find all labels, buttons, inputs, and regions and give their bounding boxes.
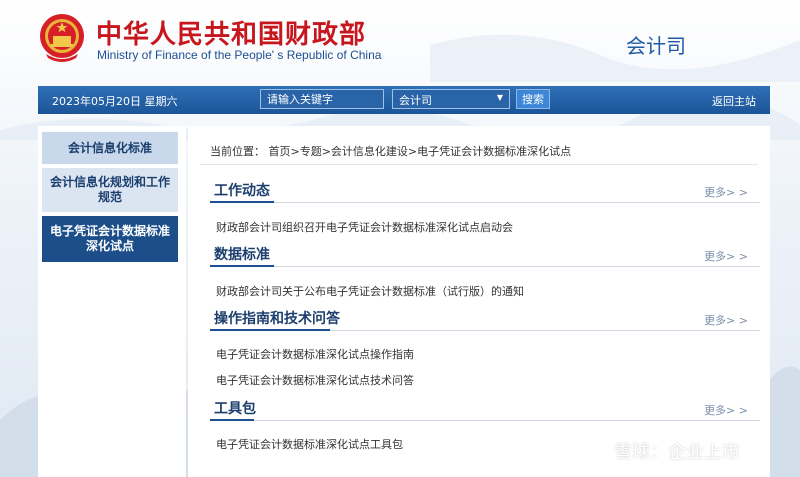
watermark: 雪球：企业上市	[584, 438, 740, 464]
sidebar-item-planning[interactable]: 会计信息化规划和工作规范	[42, 168, 178, 212]
more-link[interactable]: 更多> >	[704, 248, 748, 264]
divider	[200, 164, 758, 165]
section-title: 数据标准	[214, 247, 270, 263]
list-item[interactable]: 财政部会计司关于公布电子凭证会计数据标准（试行版）的通知	[216, 283, 524, 299]
site-title-en: Ministry of Finance of the People' s Rep…	[97, 48, 382, 62]
divider	[210, 420, 760, 421]
sidebar-item-standards[interactable]: 会计信息化标准	[42, 132, 178, 164]
divider-accent	[210, 265, 274, 267]
sidebar: 会计信息化标准 会计信息化规划和工作规范 电子凭证会计数据标准深化试点	[38, 126, 186, 477]
sidebar-item-pilot[interactable]: 电子凭证会计数据标准深化试点	[42, 216, 178, 262]
breadcrumb: 当前位置： 首页>专题>会计信息化建设>电子凭证会计数据标准深化试点	[210, 145, 572, 158]
return-home-link[interactable]: 返回主站	[712, 93, 756, 109]
more-link[interactable]: 更多> >	[704, 312, 748, 328]
site-title-zh: 中华人民共和国财政部	[96, 20, 367, 50]
section-title: 工作动态	[214, 183, 270, 199]
department-select-value: 会计司	[399, 94, 432, 107]
main-content: 当前位置： 首页>专题>会计信息化建设>电子凭证会计数据标准深化试点 工作动态 …	[188, 126, 770, 477]
more-link[interactable]: 更多> >	[704, 402, 748, 418]
chevron-down-icon: ▼	[496, 93, 503, 102]
list-item[interactable]: 电子凭证会计数据标准深化试点技术问答	[216, 372, 414, 388]
section-title: 工具包	[214, 401, 256, 417]
current-date: 2023年05月20日 星期六	[52, 95, 178, 108]
divider-accent	[210, 329, 330, 331]
section-title: 操作指南和技术问答	[214, 311, 340, 327]
search-button[interactable]: 搜索	[516, 89, 550, 109]
list-item[interactable]: 财政部会计司组织召开电子凭证会计数据标准深化试点启动会	[216, 219, 513, 235]
site-header: 中华人民共和国财政部 Ministry of Finance of the Pe…	[0, 0, 800, 82]
divider	[210, 202, 760, 203]
watermark-text: 雪球：企业上市	[614, 442, 740, 463]
department-name: 会计司	[626, 34, 686, 58]
department-select[interactable]: 会计司 ▼	[392, 89, 510, 109]
xueqiu-logo-icon	[586, 442, 608, 461]
list-item[interactable]: 电子凭证会计数据标准深化试点工具包	[216, 436, 403, 452]
search-input[interactable]	[260, 89, 384, 109]
divider	[210, 266, 760, 267]
divider-accent	[210, 201, 274, 203]
divider-accent	[210, 419, 254, 421]
more-link[interactable]: 更多> >	[704, 184, 748, 200]
list-item[interactable]: 电子凭证会计数据标准深化试点操作指南	[216, 346, 414, 362]
nav-bar: 2023年05月20日 星期六 会计司 ▼ 搜索 返回主站	[38, 86, 770, 114]
national-emblem-icon	[40, 14, 84, 62]
